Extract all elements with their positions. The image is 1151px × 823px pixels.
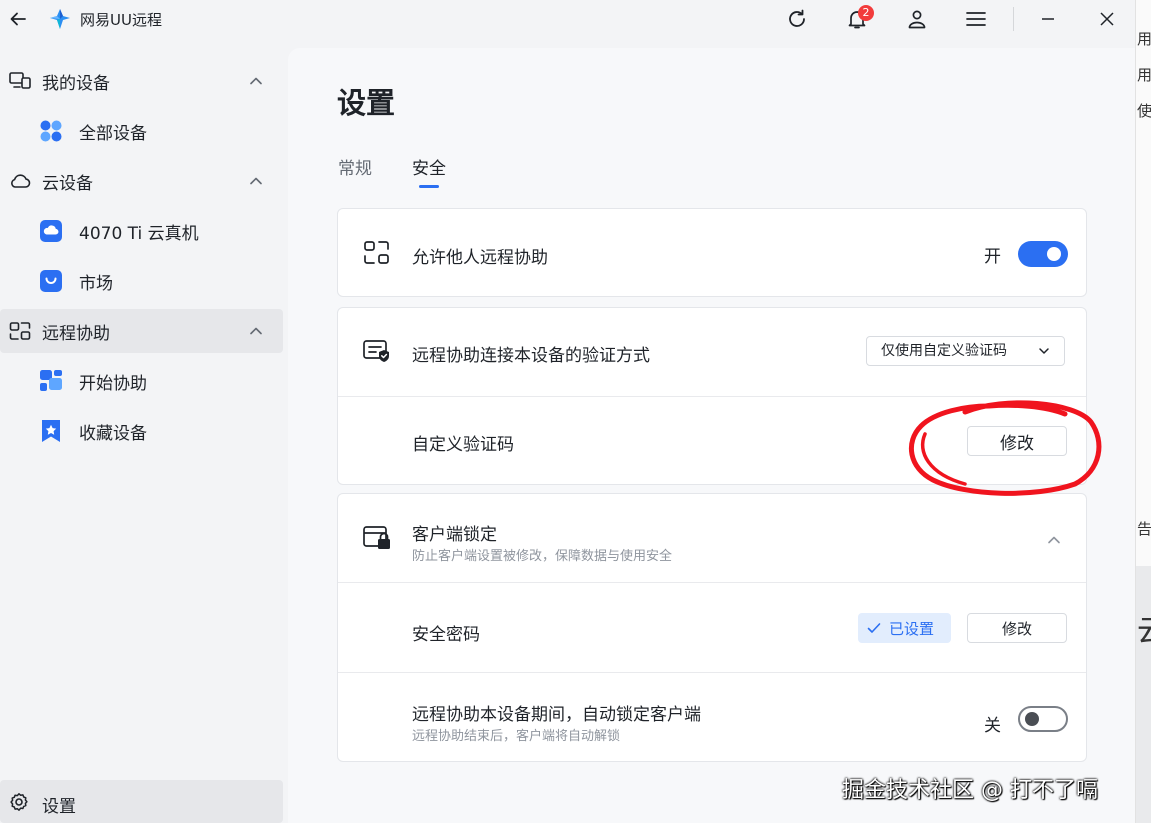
toggle-knob (1025, 712, 1039, 726)
custom-code-label: 自定义验证码 (412, 435, 514, 455)
background-text: 使 (1137, 102, 1151, 120)
security-password-label: 安全密码 (412, 625, 480, 645)
sidebar-item-label: 市场 (79, 273, 113, 294)
close-icon (1100, 12, 1114, 26)
sidebar-item-label: 4070 Ti 云真机 (79, 223, 199, 244)
client-lock-title: 客户端锁定 (412, 525, 497, 545)
auto-lock-state-text: 关 (984, 716, 1001, 736)
hamburger-icon (966, 12, 986, 26)
verify-method-label: 远程协助连接本设备的验证方式 (412, 346, 650, 366)
watermark: 掘金技术社区 @ 打不了嗝 (842, 778, 1098, 803)
sidebar-item-label: 开始协助 (79, 373, 147, 394)
row-divider (338, 582, 1086, 583)
chevron-up-icon[interactable] (1046, 532, 1062, 548)
title-bar: 网易UU远程 2 (0, 0, 1135, 38)
auto-lock-title: 远程协助本设备期间，自动锁定客户端 (412, 705, 701, 725)
sidebar-group-label: 远程协助 (42, 323, 110, 344)
minimize-icon (1042, 18, 1054, 20)
allow-remote-card: 允许他人远程协助 开 (337, 208, 1087, 297)
background-window: 用 用 使 告 云 (1135, 0, 1151, 823)
custom-code-modify-button[interactable]: 修改 (967, 426, 1067, 456)
app-title: 网易UU远程 (80, 11, 162, 29)
back-button[interactable] (3, 4, 33, 34)
refresh-icon (789, 9, 805, 27)
toggle-knob (1047, 247, 1061, 261)
screen-share-icon (40, 370, 62, 391)
sidebar-item-all-devices[interactable]: 全部设备 (0, 109, 283, 153)
window-lock-icon (363, 526, 390, 549)
auto-lock-subtitle: 远程协助结束后，客户端将自动解锁 (412, 729, 621, 744)
sidebar-item-label: 设置 (42, 797, 76, 817)
verify-method-selected: 仅使用自定义验证码 (881, 343, 1007, 359)
arrow-left-icon (10, 12, 26, 26)
refresh-button[interactable] (782, 4, 812, 34)
titlebar-divider (1013, 7, 1014, 31)
user-icon (908, 10, 926, 29)
sidebar-item-label: 全部设备 (79, 123, 147, 144)
sidebar-item-settings[interactable]: 设置 (0, 780, 283, 823)
check-icon (867, 623, 881, 633)
sidebar-group-label: 云设备 (42, 173, 93, 194)
tab-general[interactable]: 常规 (338, 154, 372, 179)
row-divider (338, 672, 1086, 673)
remote-assist-icon (364, 241, 389, 264)
background-text: 用 (1137, 30, 1151, 48)
tab-security[interactable]: 安全 (412, 154, 446, 179)
active-tab-indicator (419, 185, 439, 188)
chevron-up-icon[interactable] (248, 173, 264, 189)
cloud-icon (11, 174, 31, 188)
allow-remote-label: 允许他人远程协助 (412, 248, 548, 268)
uu-logo-icon (50, 9, 70, 29)
notification-badge: 2 (858, 5, 874, 21)
shield-check-icon (363, 340, 389, 362)
client-lock-subtitle: 防止客户端设置被修改，保障数据与使用安全 (412, 549, 673, 564)
shopping-bag-icon (40, 270, 62, 292)
chevron-up-icon[interactable] (248, 73, 264, 89)
cloud-phone-icon (40, 220, 62, 242)
account-button[interactable] (902, 4, 932, 34)
sidebar-item-start-assist[interactable]: 开始协助 (0, 359, 283, 403)
background-text: 用 (1137, 66, 1151, 84)
chevron-down-icon (1039, 348, 1049, 354)
devices-icon (9, 72, 31, 89)
row-divider (338, 396, 1086, 397)
security-password-modify-button[interactable]: 修改 (967, 613, 1067, 643)
page-title: 设置 (337, 86, 396, 120)
chevron-up-icon[interactable] (248, 323, 264, 339)
verify-method-select[interactable]: 仅使用自定义验证码 (866, 336, 1065, 366)
bookmark-star-icon (42, 420, 60, 442)
close-button[interactable] (1092, 4, 1122, 34)
auto-lock-toggle[interactable] (1018, 706, 1068, 732)
app-window: 网易UU远程 2 我的设备 全部设备 云设备 4070 Ti 云真机 市场 远程… (0, 0, 1135, 823)
verification-card: 远程协助连接本设备的验证方式 仅使用自定义验证码 自定义验证码 修改 (337, 307, 1087, 485)
background-text: 云 (1137, 606, 1151, 650)
security-password-status-badge: 已设置 (858, 613, 951, 643)
allow-remote-state-text: 开 (984, 247, 1001, 267)
sidebar-group-label: 我的设备 (42, 73, 110, 94)
sidebar-item-cloud-phone[interactable]: 4070 Ti 云真机 (0, 209, 283, 253)
sidebar-group-my-devices[interactable]: 我的设备 (0, 59, 283, 103)
sidebar-item-favorite-devices[interactable]: 收藏设备 (0, 409, 283, 453)
settings-panel: 设置 常规 安全 允许他人远程协助 开 远程协助连接本设备的验证方式 仅使用自定… (288, 48, 1135, 823)
background-text: 告 (1137, 520, 1151, 538)
allow-remote-toggle[interactable] (1018, 241, 1068, 267)
grid-dots-icon (40, 120, 62, 142)
status-text: 已设置 (889, 619, 935, 638)
sidebar-group-cloud-devices[interactable]: 云设备 (0, 159, 283, 203)
gear-icon (10, 793, 28, 811)
remote-assist-icon (9, 322, 31, 340)
client-lock-card: 客户端锁定 防止客户端设置被修改，保障数据与使用安全 安全密码 已设置 修改 远… (337, 493, 1087, 762)
sidebar-item-label: 收藏设备 (79, 423, 147, 444)
background-window-lower (1136, 566, 1151, 823)
sidebar-group-remote-assist[interactable]: 远程协助 (0, 309, 283, 353)
menu-button[interactable] (961, 4, 991, 34)
sidebar: 我的设备 全部设备 云设备 4070 Ti 云真机 市场 远程协助 开始协助 收… (0, 56, 287, 823)
minimize-button[interactable] (1033, 4, 1063, 34)
sidebar-item-market[interactable]: 市场 (0, 259, 283, 303)
